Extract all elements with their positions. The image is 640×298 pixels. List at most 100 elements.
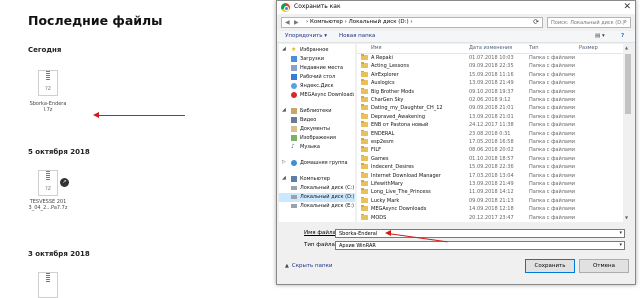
view-options-icon[interactable]: ▤ ▾ — [595, 33, 605, 39]
table-row[interactable]: MODS 20.12.2017 23:47 Папка с файлами — [357, 213, 623, 222]
row-type: Папка с файлами — [529, 71, 575, 78]
back-icon[interactable]: ◀ — [285, 19, 290, 26]
scroll-down-icon[interactable]: ▼ — [625, 215, 628, 220]
nav-item-computer[interactable]: ◢ Компьютер — [279, 175, 355, 184]
table-row[interactable]: Big Brother Mods 09.10.2018 19:37 Папка с … — [357, 87, 623, 97]
nav-item-music[interactable]: ♪ Музыка — [279, 143, 355, 152]
archive-file-icon[interactable]: 7Z — [38, 170, 58, 196]
scroll-thumb[interactable] — [625, 54, 631, 114]
nav-item-video[interactable]: Видео — [279, 116, 355, 125]
table-row[interactable]: LifewithMary 13.09.2018 21:49 Папка с файл… — [357, 180, 623, 189]
nav-item-drive-e[interactable]: Локальный диск (E:) — [279, 202, 355, 211]
row-type: Папка с файлами — [529, 206, 575, 213]
table-row[interactable]: Long_Live_The_Princess 11.09.2018 14:12 Па… — [357, 188, 623, 197]
arrow-head-icon — [385, 230, 391, 236]
row-name: Long_Live_The_Princess — [371, 189, 431, 196]
table-row[interactable]: A Repaki 01.07.2018 10:03 Папка с файлами — [357, 54, 623, 63]
row-type: Папка с файлами — [529, 189, 575, 196]
nav-item-desktop[interactable]: Рабочий стол — [279, 73, 355, 82]
table-row[interactable]: Dating_my_Daughter_CH_12 09.09.2018 21:01… — [357, 104, 623, 113]
nav-item-homegroup[interactable]: ▷ Домашняя группа — [279, 159, 355, 168]
save-button[interactable]: Сохранить — [525, 259, 575, 273]
navigation-pane: ◢ ★ Избранное Загрузки Недавние места Ра… — [279, 44, 355, 222]
column-size[interactable]: Размер — [579, 45, 598, 51]
row-type: Папка с файлами — [529, 80, 575, 87]
table-row[interactable]: Auslogics 13.09.2018 21:49 Папка с файлами — [357, 79, 623, 88]
scroll-up-icon[interactable]: ▲ — [625, 45, 628, 50]
dialog-titlebar[interactable]: Сохранить как ✕ — [277, 1, 635, 14]
folder-icon — [361, 129, 368, 136]
file-name[interactable]: Sborka-Endera l.7z — [24, 101, 72, 113]
file-name[interactable]: TESVESSE 201 3_04_2...Pa7.7z — [24, 199, 72, 211]
recent-places-icon — [291, 65, 297, 71]
table-row[interactable]: Acting_Lessons 09.09.2018 22:35 Папка с фа… — [357, 62, 623, 71]
star-icon: ★ — [291, 46, 297, 53]
nav-item-downloads[interactable]: Загрузки — [279, 55, 355, 64]
column-date[interactable]: Дата изменения — [469, 45, 512, 51]
chevron-down-icon[interactable]: ▾ — [619, 242, 622, 248]
filename-input[interactable]: Sborka-Enderal ▾ — [335, 229, 625, 238]
nav-item-yandex-disk[interactable]: Яндекс.Диск — [279, 82, 355, 91]
row-date: 17.03.2018 13:04 — [469, 172, 514, 179]
folder-icon — [361, 171, 368, 178]
folder-icon — [361, 112, 368, 119]
table-row[interactable]: esp2esm 17.05.2018 16:58 Папка с файлами — [357, 138, 623, 147]
cancel-button[interactable]: Отмена — [579, 259, 629, 273]
table-row[interactable]: Internet Download Manager 17.03.2018 13:0… — [357, 171, 623, 181]
desktop-icon — [291, 74, 297, 80]
vertical-scrollbar[interactable]: ▲ ▼ — [624, 44, 632, 222]
organize-button[interactable]: Упорядочить ▾ — [285, 33, 327, 39]
nav-item-libraries[interactable]: ◢ Библиотеки — [279, 107, 355, 116]
column-type[interactable]: Тип — [529, 45, 539, 51]
table-row[interactable]: Depraved_Awakening 13.09.2018 21:01 Папка … — [357, 112, 623, 122]
folder-icon — [361, 180, 368, 186]
nav-item-mega[interactable]: MEGAsync Downloads — [279, 91, 355, 100]
libraries-icon — [291, 108, 297, 114]
nav-item-images[interactable]: Изображения — [279, 134, 355, 143]
nav-item-drive-d[interactable]: Локальный диск (D:) — [279, 193, 355, 202]
annotation-arrow — [97, 115, 185, 116]
breadcrumb[interactable]: › Компьютер › Локальный диск (D:) › — [306, 19, 413, 25]
row-name: Indecent_Desires — [371, 164, 414, 171]
section-oct-5: 5 октября 2018 — [28, 148, 90, 156]
nav-item-documents[interactable]: Документы — [279, 125, 355, 134]
drive-icon — [291, 195, 297, 199]
new-folder-button[interactable]: Новая папка — [339, 33, 375, 39]
archive-file-icon[interactable]: 7Z — [38, 70, 58, 96]
nav-item-recent-places[interactable]: Недавние места — [279, 64, 355, 73]
table-row[interactable]: Indecent_Desires 15.09.2018 22:36 Папка с … — [357, 163, 623, 172]
forward-icon[interactable]: ▶ — [294, 19, 299, 26]
table-row[interactable]: Lucky Mark 09.09.2018 21:13 Папка с файлам… — [357, 196, 623, 206]
row-name: Games — [371, 155, 389, 162]
help-icon[interactable]: ? — [621, 33, 624, 39]
close-icon[interactable]: ✕ — [623, 2, 631, 13]
table-row[interactable]: ENDERAL 23.08.2018 0:31 Папка с файлами — [357, 129, 623, 139]
column-name[interactable]: Имя — [371, 45, 382, 51]
row-type: Папка с файлами — [529, 130, 575, 137]
nav-item-drive-c[interactable]: Локальный диск (C:) — [279, 184, 355, 193]
archive-file-icon[interactable] — [38, 272, 58, 298]
table-row[interactable]: AirExplorer 15.09.2018 11:16 Папка с файла… — [357, 70, 623, 80]
row-type: Папка с файлами — [529, 139, 575, 145]
folder-icon — [361, 146, 368, 153]
nav-item-favorites[interactable]: ◢ ★ Избранное — [279, 46, 355, 55]
row-date: 13.09.2018 21:49 — [469, 80, 514, 87]
search-placeholder: Поиск: Локальный диск (D:) — [551, 19, 625, 26]
search-input[interactable]: Поиск: Локальный диск (D:) ⌕ — [547, 17, 631, 28]
row-name: A Repaki — [371, 55, 393, 61]
table-row[interactable]: MEGAsync Downloads 14.09.2018 12:18 Папка … — [357, 205, 623, 214]
page-title: Последние файлы — [28, 13, 163, 28]
row-type: Папка с файлами — [529, 63, 575, 70]
table-row[interactable]: ENB от Pastona новый 24.12.2017 11:38 Папк… — [357, 121, 623, 130]
table-row[interactable]: CharGen Sky 02.06.2018 9:12 Папка с файлам… — [357, 96, 623, 105]
filetype-select[interactable]: Архив WinRAR ▾ — [335, 241, 625, 250]
hide-folders-button[interactable]: ▲ Скрыть папки — [285, 263, 333, 269]
chevron-down-icon[interactable]: ▾ — [619, 230, 622, 236]
address-bar[interactable]: ◀ ▶ › Компьютер › Локальный диск (D:) › … — [281, 17, 543, 28]
row-type: Папка с файлами — [529, 181, 575, 187]
folder-icon — [361, 96, 368, 102]
refresh-icon[interactable]: ⟳ — [533, 18, 539, 26]
table-row[interactable]: FILF 08.06.2018 20:02 Папка с файлами — [357, 146, 623, 155]
share-icon[interactable]: ↗ — [60, 178, 69, 187]
table-row[interactable]: Games 01.10.2018 18:57 Папка с файлами — [357, 154, 623, 164]
